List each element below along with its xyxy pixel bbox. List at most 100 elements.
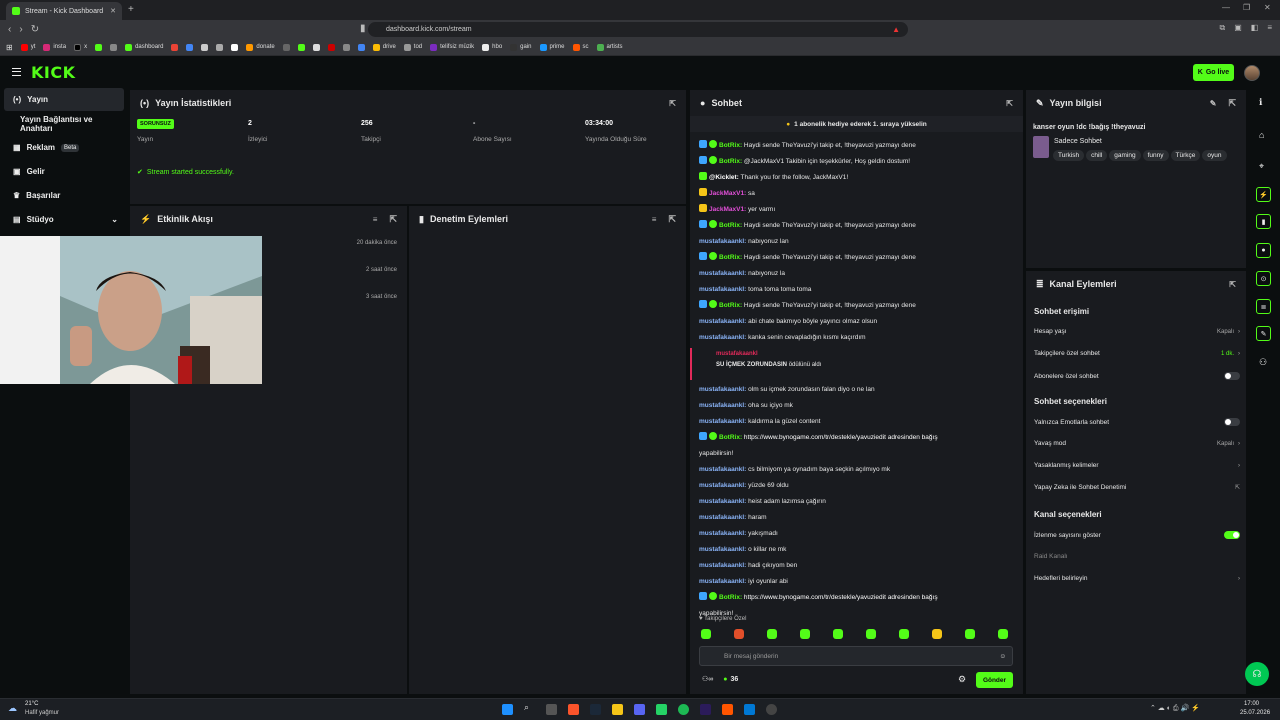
emote-icon[interactable] <box>701 629 711 639</box>
bookmark-item[interactable] <box>297 43 305 51</box>
chat-username[interactable]: mustafakaankl: <box>699 270 746 277</box>
popout-icon[interactable]: ⇱ <box>389 214 397 225</box>
emotes-only-toggle[interactable] <box>1224 418 1240 426</box>
chat-username[interactable]: mustafakaankl: <box>699 402 746 409</box>
emote-icon[interactable] <box>767 629 777 639</box>
bookmark-item[interactable]: sc <box>572 43 589 51</box>
rail-activity-button[interactable]: ⚡ <box>1256 187 1271 202</box>
bookmark-item[interactable]: x <box>74 43 87 51</box>
gear-icon[interactable]: ⚙ <box>958 674 966 685</box>
sidebar-item-ads[interactable]: ▦ Reklam Beta <box>4 136 124 159</box>
bookmark-icon[interactable]: ▮ <box>360 23 366 34</box>
support-chat-button[interactable]: ☊ <box>1245 662 1269 686</box>
bookmark-item[interactable]: telifsiz müzik <box>430 43 474 51</box>
rail-wrench-button[interactable]: ✎ <box>1256 326 1271 341</box>
crosshair-icon[interactable]: ⌖ <box>1259 161 1264 172</box>
info-icon[interactable]: ℹ <box>1259 97 1262 108</box>
minimize-icon[interactable]: — <box>1222 3 1230 12</box>
reload-icon[interactable]: ↻ <box>31 24 39 35</box>
bookmark-item[interactable]: drive <box>372 43 396 51</box>
filter-icon[interactable]: ≡ <box>652 215 657 224</box>
address-bar[interactable]: dashboard.kick.com/stream ▲ <box>368 22 908 37</box>
brave-icon[interactable] <box>568 704 579 715</box>
popout-icon[interactable]: ⇱ <box>668 214 676 225</box>
popout-icon[interactable]: ⇱ <box>1228 98 1236 109</box>
sidebar-item-achievements[interactable]: ♛ Başarılar <box>4 184 124 207</box>
spotify-icon[interactable] <box>678 704 689 715</box>
steam-icon[interactable] <box>590 704 601 715</box>
sidebar-item-studio[interactable]: ▤ Stüdyo ⌄ <box>4 208 124 231</box>
chat-username[interactable]: mustafakaankl: <box>699 578 746 585</box>
sidebar-icon[interactable]: ▣ <box>1234 23 1242 33</box>
forward-icon[interactable]: › <box>19 24 22 35</box>
bookmark-item[interactable]: tod <box>403 43 422 51</box>
chat-username[interactable]: mustafakaankl: <box>699 546 746 553</box>
obs-icon[interactable] <box>766 704 777 715</box>
bookmark-item[interactable] <box>357 43 365 51</box>
new-tab-icon[interactable]: + <box>128 4 134 15</box>
banned-words-row[interactable]: Yasaklanmış kelimeler › <box>1034 462 1240 469</box>
file-explorer-icon[interactable] <box>612 704 623 715</box>
emote-icon[interactable] <box>734 629 744 639</box>
ai-moderation-row[interactable]: Yapay Zeka ile Sohbet Denetimi ⇱ <box>1034 484 1240 491</box>
rail-moderation-button[interactable]: ▮ <box>1256 214 1271 229</box>
sidebar-item-stream[interactable]: (•) Yayın <box>4 88 124 111</box>
menu-icon[interactable]: ≡ <box>1267 23 1272 33</box>
chat-username[interactable]: mustafakaankl: <box>699 238 746 245</box>
rail-broadcast-button[interactable]: ⊙ <box>1256 271 1271 286</box>
slow-mode-row[interactable]: Yavaş mod Kapalı › <box>1034 440 1240 447</box>
followers-only-row[interactable]: Takipçilere özel sohbet 1 dk. › <box>1034 350 1240 357</box>
bookmark-item[interactable] <box>312 43 320 51</box>
chat-username[interactable]: mustafakaankl: <box>699 286 746 293</box>
chat-username[interactable]: BotRix: <box>719 434 742 441</box>
apps-icon[interactable]: ⊞ <box>6 43 13 52</box>
menu-hamburger-icon[interactable] <box>12 68 21 76</box>
browser-tab[interactable]: Stream - Kick Dashboard ✕ <box>6 2 122 20</box>
bookmark-item[interactable] <box>327 43 335 51</box>
emote-icon[interactable] <box>965 629 975 639</box>
chat-username[interactable]: mustafakaankl: <box>699 514 746 521</box>
close-tab-icon[interactable]: ✕ <box>110 7 116 15</box>
wallet-icon[interactable]: ◧ <box>1251 23 1259 33</box>
kick-logo[interactable]: KICK <box>31 63 76 82</box>
bookmark-item[interactable] <box>201 43 209 51</box>
user-avatar[interactable] <box>1244 65 1260 81</box>
account-age-row[interactable]: Hesap yaşı Kapalı › <box>1034 328 1240 335</box>
chat-username[interactable]: mustafakaankl: <box>699 418 746 425</box>
sidebar-item-revenue[interactable]: ▣ Gelir <box>4 160 124 183</box>
brave-shield-icon[interactable]: ▲ <box>892 25 900 34</box>
tools-icon[interactable]: ⚇ <box>1259 357 1267 368</box>
chat-username[interactable]: mustafakaankl: <box>699 318 746 325</box>
bookmark-item[interactable] <box>231 43 239 51</box>
back-icon[interactable]: ‹ <box>8 24 11 35</box>
discord-icon[interactable] <box>634 704 645 715</box>
show-viewers-toggle[interactable] <box>1224 531 1240 539</box>
bookmark-item[interactable]: hbo <box>482 43 502 51</box>
app-icon[interactable] <box>722 704 733 715</box>
bookmark-item[interactable] <box>216 43 224 51</box>
chat-username[interactable]: JackMaxV1: <box>709 206 746 213</box>
bookmark-item[interactable]: dashboard <box>125 43 163 51</box>
emote-icon[interactable] <box>998 629 1008 639</box>
emote-icon[interactable] <box>800 629 810 639</box>
lock-icon[interactable]: ⌂ <box>1259 130 1264 140</box>
popout-icon[interactable]: ⇱ <box>669 99 676 108</box>
emoji-icon[interactable]: ☺ <box>999 653 1006 660</box>
chat-username[interactable]: mustafakaankl: <box>699 386 746 393</box>
popout-icon[interactable]: ⇱ <box>1229 280 1236 289</box>
chat-username[interactable]: mustafakaankl: <box>699 562 746 569</box>
bookmark-item[interactable] <box>342 43 350 51</box>
chat-username[interactable]: BotRix: <box>719 158 742 165</box>
edit-icon[interactable]: ✎ <box>1210 99 1217 108</box>
chat-username[interactable]: BotRix: <box>719 142 742 149</box>
bookmark-item[interactable] <box>110 43 118 51</box>
chat-username[interactable]: @Kicklet: <box>709 174 739 181</box>
emote-icon[interactable] <box>932 629 942 639</box>
chat-username[interactable]: mustafakaankl: <box>699 334 746 341</box>
chat-tools-icon[interactable]: ⚇∞ <box>702 675 713 683</box>
bookmark-item[interactable]: prime <box>539 43 565 51</box>
window-close-icon[interactable]: ✕ <box>1264 3 1271 12</box>
sidebar-item-stream-key[interactable]: Yayın Bağlantısı ve Anahtarı <box>4 112 124 135</box>
rail-stack-button[interactable]: ≣ <box>1256 299 1271 314</box>
bookmark-item[interactable] <box>186 43 194 51</box>
